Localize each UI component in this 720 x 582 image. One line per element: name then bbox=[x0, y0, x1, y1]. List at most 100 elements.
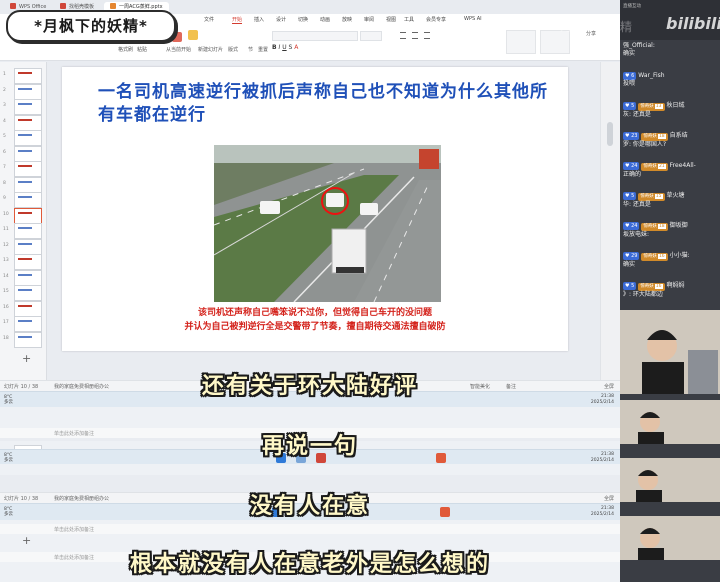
thumbnail-preview bbox=[18, 196, 32, 198]
slide-thumbnail[interactable] bbox=[14, 130, 42, 146]
menu-member[interactable]: 会员专享 bbox=[426, 16, 446, 23]
menu-view[interactable]: 视图 bbox=[386, 16, 396, 23]
menu-review[interactable]: 审阅 bbox=[364, 16, 374, 23]
section-button[interactable]: 节 bbox=[248, 46, 253, 53]
thumbnail-preview bbox=[18, 72, 32, 74]
chat-text: 》: 环大陆都边 bbox=[623, 291, 663, 298]
slide-thumbnail[interactable] bbox=[14, 254, 42, 270]
slide-thumbnail[interactable] bbox=[14, 331, 42, 348]
scrollbar-thumb[interactable] bbox=[607, 122, 613, 146]
new-slide-button[interactable]: 新建幻灯片 bbox=[198, 46, 223, 53]
slide-thumbnail[interactable] bbox=[14, 176, 42, 193]
layout-button[interactable]: 版式 bbox=[228, 46, 238, 53]
fan-medal-badge: 惊奇妖 21 bbox=[641, 163, 668, 171]
slide-thumbnail[interactable] bbox=[14, 161, 42, 177]
chat-text: 华: 还真是 bbox=[623, 201, 651, 208]
slide-caption-line1[interactable]: 该司机还声称自己嘴笨说不过你，但觉得自己车开的没问题 bbox=[62, 305, 568, 318]
slide-thumbnail[interactable] bbox=[14, 238, 42, 255]
slide-thumbnail-panel: 1 2 3 4 5 6 7 8 9 10 11 12 13 14 15 16 17 18 + bbox=[0, 62, 47, 380]
thumbnail-number: 15 bbox=[3, 289, 9, 294]
user-level-badge: ♥ 23 bbox=[623, 132, 640, 140]
chat-message: ♥ 29 惊奇妖 16 小小猫: 确实 bbox=[623, 252, 717, 269]
chat-username[interactable]: 御坂御 bbox=[670, 222, 688, 229]
chat-username[interactable]: 自系结 bbox=[670, 132, 688, 139]
thumbnail-number: 8 bbox=[3, 180, 6, 186]
webcam-feed-1 bbox=[620, 310, 720, 394]
chat-username[interactable]: Free4All- bbox=[670, 162, 696, 169]
chat-message: ♥ 23 惊奇妖 18 自系结 罗: 你是哪国人? bbox=[623, 132, 717, 149]
shape-gallery[interactable] bbox=[506, 30, 536, 54]
chat-username[interactable]: War_Fish bbox=[638, 72, 664, 79]
font-format-buttons[interactable]: B I U S A bbox=[272, 44, 382, 52]
slide-canvas[interactable]: 一名司机高速逆行被抓后声称自己也不知道为什么其他所有车都在逆行 该司机还声称自己… bbox=[62, 67, 568, 351]
slide-thumbnail[interactable] bbox=[14, 99, 42, 115]
highway-photo bbox=[214, 145, 441, 302]
slide-thumbnail[interactable] bbox=[14, 223, 42, 239]
thumbnail-number: 9 bbox=[3, 196, 6, 201]
thumbnail-preview bbox=[18, 289, 32, 291]
menu-design[interactable]: 设计 bbox=[276, 16, 286, 23]
chat-username[interactable]: 草火塘 bbox=[667, 192, 685, 199]
chat-message: ♥ 24 惊奇妖 21 Free4All- 正确的 bbox=[623, 162, 717, 179]
menu-transition[interactable]: 切换 bbox=[298, 16, 308, 23]
menu-insert[interactable]: 插入 bbox=[254, 16, 264, 23]
user-level-badge: ♥ 29 bbox=[623, 252, 640, 260]
user-level-badge: ♥ 24 bbox=[623, 222, 640, 230]
thumbnail-number: 1 bbox=[3, 72, 6, 77]
thumbnail-preview bbox=[18, 335, 32, 338]
thumbnail-preview bbox=[18, 118, 32, 121]
chat-username[interactable]: 小小猫: bbox=[670, 252, 690, 259]
menu-slideshow[interactable]: 放映 bbox=[342, 16, 352, 23]
streamer-webcam-graphic bbox=[620, 310, 720, 394]
paragraph-buttons[interactable] bbox=[400, 32, 500, 52]
slide-title[interactable]: 一名司机高速逆行被抓后声称自己也不知道为什么其他所有车都在逆行 bbox=[98, 81, 548, 127]
paste-icon[interactable] bbox=[188, 30, 198, 40]
chat-message: ♥ 5 惊奇妖 15 草火塘 华: 还真是 bbox=[623, 192, 717, 209]
webcam-feed-2 bbox=[620, 400, 720, 444]
fan-medal-badge: 惊奇妖 18 bbox=[641, 133, 668, 141]
chat-username[interactable]: 秋日绒 bbox=[667, 102, 685, 109]
thumbnail-preview bbox=[18, 227, 32, 229]
menu-wps-ai[interactable]: WPS AI bbox=[464, 16, 482, 22]
slide-thumbnail[interactable] bbox=[14, 269, 42, 286]
menu-tools[interactable]: 工具 bbox=[404, 16, 414, 23]
chat-username[interactable]: 啊焖焖 bbox=[667, 282, 685, 289]
subtitle-line-4: 根本就没有人在意老外是怎么想的 bbox=[129, 552, 490, 577]
watermark-text: 月枫下的妖精 bbox=[560, 20, 633, 34]
thumbnail-preview bbox=[18, 103, 32, 105]
slide-thumbnail[interactable] bbox=[14, 207, 42, 224]
font-size-select[interactable] bbox=[360, 31, 382, 41]
notes-bar-3[interactable]: 单击此处添加备注 bbox=[0, 524, 620, 534]
slide-thumbnail[interactable] bbox=[14, 192, 42, 208]
slide-thumbnail[interactable] bbox=[14, 114, 42, 131]
chat-username[interactable]: 强_Official: bbox=[623, 42, 655, 49]
paste-button[interactable]: 粘贴 bbox=[137, 46, 147, 53]
menu-home[interactable]: 开始 bbox=[232, 16, 243, 24]
add-slide-icon[interactable]: + bbox=[22, 352, 31, 365]
slide-thumbnail[interactable] bbox=[14, 83, 42, 100]
fan-medal-badge: 惊奇妖 18 bbox=[641, 223, 668, 231]
menu-animation[interactable]: 动画 bbox=[320, 16, 330, 23]
slide-thumbnail[interactable] bbox=[14, 68, 42, 84]
slide-thumbnail[interactable] bbox=[14, 145, 42, 162]
subtitle-line-1: 还有关于环大陆好评 bbox=[201, 374, 418, 399]
slide-caption-line2[interactable]: 并认为自己被判逆行全是交警带了节奏，擅自期待交通法擅自破防 bbox=[62, 319, 568, 332]
thumbnail-number: 3 bbox=[3, 103, 6, 108]
slide-thumbnail[interactable] bbox=[14, 285, 42, 301]
chat-text: 坂放电妹: bbox=[623, 231, 650, 238]
slide-thumbnail[interactable] bbox=[14, 300, 42, 317]
from-current-button[interactable]: 从当前开始 bbox=[166, 46, 191, 53]
chat-text: 正确的 bbox=[623, 171, 642, 178]
editor-scrollbar[interactable] bbox=[600, 62, 621, 380]
reset-button[interactable]: 重置 bbox=[258, 46, 268, 53]
slide-thumbnail[interactable] bbox=[14, 316, 42, 332]
format-painter-button[interactable]: 格式刷 bbox=[118, 46, 133, 53]
streamer-webcam-graphic-2 bbox=[620, 400, 720, 444]
menu-file[interactable]: 文件 bbox=[204, 16, 214, 23]
user-level-badge: ♥ 5 bbox=[623, 282, 637, 290]
thumbnail-preview bbox=[18, 320, 32, 322]
font-name-select[interactable] bbox=[272, 31, 358, 41]
template-icon bbox=[60, 3, 66, 9]
pptx-icon bbox=[110, 3, 116, 9]
chat-message: ♥ 6 War_Fish 投喂 bbox=[623, 72, 717, 88]
